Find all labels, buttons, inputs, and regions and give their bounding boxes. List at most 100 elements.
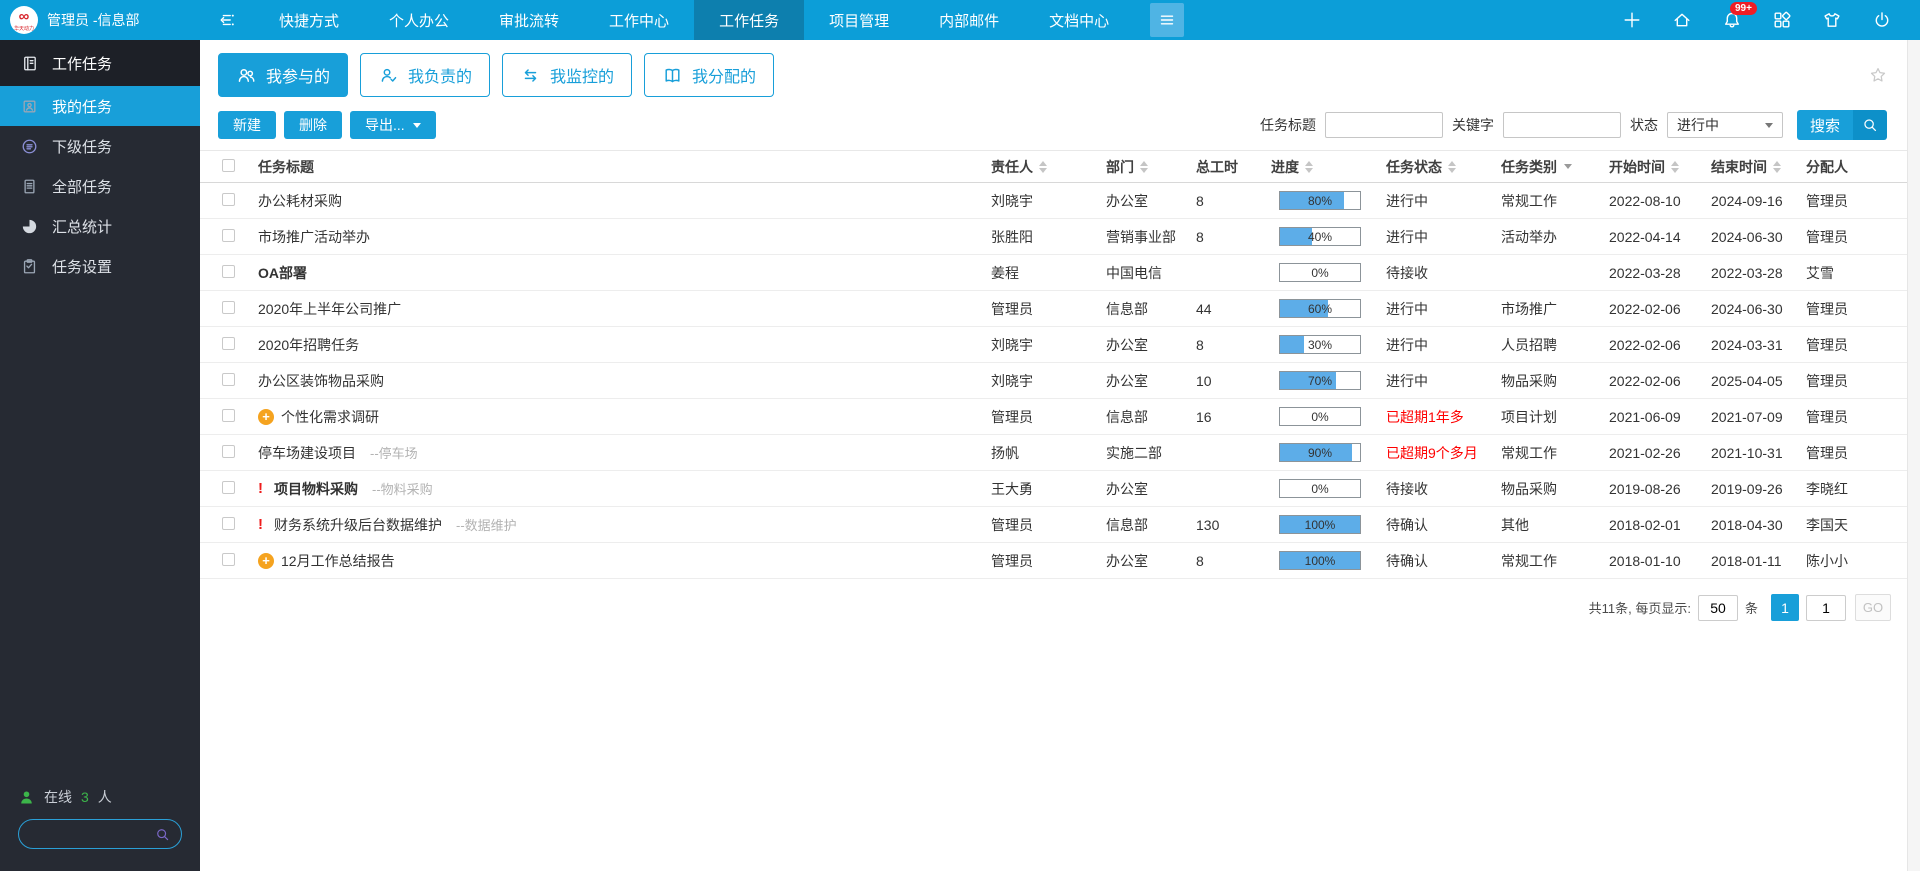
- table-row[interactable]: OA部署 姜程 中国电信 0% 待接收 2022-03-28 2022-03-28 艾雪: [200, 255, 1907, 291]
- row-checkbox[interactable]: [222, 264, 235, 278]
- task-title-cell[interactable]: OA部署: [258, 263, 991, 283]
- row-checkbox[interactable]: [222, 192, 235, 206]
- sidebar-item[interactable]: 我的任务: [0, 86, 200, 126]
- sidebar-search-input[interactable]: [31, 825, 154, 843]
- column-header[interactable]: 任务标题: [258, 157, 991, 177]
- column-header[interactable]: 任务状态: [1386, 157, 1501, 177]
- task-title[interactable]: OA部署: [258, 263, 307, 283]
- new-button-label: 新建: [233, 117, 261, 133]
- task-title-cell[interactable]: +12月工作总结报告: [258, 551, 991, 571]
- row-checkbox[interactable]: [222, 408, 235, 422]
- filter-tab[interactable]: 我负责的: [360, 53, 491, 97]
- task-title[interactable]: 项目物料采购: [274, 479, 358, 499]
- table-row[interactable]: ! 财务系统升级后台数据维护 --数据维护 管理员 信息部 130 100% 待确认 其他 201…: [200, 507, 1907, 543]
- task-title-input[interactable]: [1324, 112, 1443, 138]
- task-title-cell[interactable]: 停车场建设项目 --停车场: [258, 443, 991, 463]
- export-button[interactable]: 导出...: [350, 111, 436, 139]
- current-page-button[interactable]: 1: [1771, 594, 1799, 621]
- task-title-cell[interactable]: ! 项目物料采购 --物料采购: [258, 479, 991, 499]
- row-checkbox[interactable]: [222, 228, 235, 242]
- column-header[interactable]: 结束时间: [1711, 157, 1806, 177]
- column-header[interactable]: 任务类别: [1501, 157, 1609, 177]
- task-title[interactable]: 办公区装饰物品采购: [258, 371, 384, 391]
- more-modules-button[interactable]: [1150, 3, 1185, 37]
- task-title-cell[interactable]: 市场推广活动举办: [258, 227, 991, 247]
- status-select[interactable]: 进行中: [1666, 112, 1783, 138]
- new-button[interactable]: 新建: [218, 111, 276, 139]
- filter-tab[interactable]: 我参与的: [218, 53, 349, 97]
- table-row[interactable]: + 个性化需求调研 管理员 信息部 16 0% 已超期1年多 项目计划 2021-06-09 20…: [200, 399, 1907, 435]
- sidebar-item[interactable]: 任务设置: [0, 246, 200, 286]
- notifications-bell[interactable]: 99+: [1722, 2, 1757, 30]
- theme-skin-icon[interactable]: [1822, 10, 1842, 30]
- topbar-menu-item[interactable]: 工作任务: [694, 0, 805, 40]
- column-header[interactable]: 责任人: [991, 157, 1106, 177]
- task-title[interactable]: 2020年上半年公司推广: [258, 299, 401, 319]
- row-checkbox[interactable]: [222, 336, 235, 350]
- row-checkbox[interactable]: [222, 372, 235, 386]
- table-row[interactable]: 办公区装饰物品采购 刘晓宇 办公室 10 70% 进行中 物品采购 2022-02-06 202…: [200, 363, 1907, 399]
- task-title-cell[interactable]: 2020年招聘任务: [258, 335, 991, 355]
- task-title[interactable]: 停车场建设项目: [258, 443, 356, 463]
- task-title[interactable]: 12月工作总结报告: [281, 551, 395, 571]
- column-header[interactable]: 总工时: [1196, 157, 1271, 177]
- topbar-menu-item[interactable]: 工作中心: [584, 0, 694, 40]
- select-all-checkbox[interactable]: [222, 158, 235, 172]
- column-header[interactable]: 进度: [1271, 157, 1386, 177]
- task-title[interactable]: 财务系统升级后台数据维护: [274, 515, 442, 535]
- sidebar-search-icon[interactable]: [154, 826, 171, 843]
- topbar: 华天动力 管理员 -信息部 快捷方式个人办公审批流转工作中心工作任务项目管理内部…: [0, 0, 1920, 40]
- apps-grid-icon[interactable]: [1772, 10, 1792, 30]
- table-row[interactable]: 2020年招聘任务 刘晓宇 办公室 8 30% 进行中 人员招聘 2022-02-06 2024…: [200, 327, 1907, 363]
- row-checkbox[interactable]: [222, 300, 235, 314]
- home-icon[interactable]: [1672, 10, 1692, 30]
- logout-power-icon[interactable]: [1872, 10, 1892, 30]
- search-button[interactable]: 搜索: [1796, 110, 1887, 140]
- column-header[interactable]: 部门: [1106, 157, 1196, 177]
- collapse-sidebar-button[interactable]: [200, 0, 254, 40]
- filter-tab[interactable]: 我分配的: [644, 53, 775, 97]
- row-checkbox[interactable]: [222, 516, 235, 530]
- task-title-cell[interactable]: 办公区装饰物品采购: [258, 371, 991, 391]
- sidebar-item[interactable]: 全部任务: [0, 166, 200, 206]
- delete-button[interactable]: 删除: [284, 111, 342, 139]
- row-checkbox[interactable]: [222, 552, 235, 566]
- task-title-cell[interactable]: 2020年上半年公司推广: [258, 299, 991, 319]
- add-icon[interactable]: [1622, 10, 1642, 30]
- task-title[interactable]: 个性化需求调研: [281, 407, 379, 427]
- topbar-menu-item[interactable]: 审批流转: [474, 0, 584, 40]
- task-status: 进行中: [1386, 336, 1428, 353]
- row-checkbox[interactable]: [222, 444, 235, 458]
- vertical-scrollbar[interactable]: [1907, 40, 1920, 871]
- row-checkbox[interactable]: [222, 480, 235, 494]
- table-row[interactable]: +12月工作总结报告 管理员 办公室 8 100% 待确认 常规工作 2018-01-10 20…: [200, 543, 1907, 579]
- progress-bar: 80%: [1279, 191, 1361, 210]
- topbar-menu-item[interactable]: 内部邮件: [914, 0, 1024, 40]
- task-title-cell[interactable]: 办公耗材采购: [258, 191, 991, 211]
- table-row[interactable]: 办公耗材采购 刘晓宇 办公室 8 80% 进行中 常规工作 2022-08-10 2024-09…: [200, 183, 1907, 219]
- goto-page-input[interactable]: [1806, 594, 1846, 621]
- table-row[interactable]: 2020年上半年公司推广 管理员 信息部 44 60% 进行中 市场推广 2022-02-06…: [200, 291, 1907, 327]
- keyword-input[interactable]: [1502, 112, 1621, 138]
- task-title[interactable]: 办公耗材采购: [258, 191, 342, 211]
- column-header[interactable]: 分配人: [1806, 157, 1907, 177]
- task-title-cell[interactable]: + 个性化需求调研: [258, 407, 991, 427]
- column-header[interactable]: 开始时间: [1609, 157, 1711, 177]
- topbar-menu-item[interactable]: 快捷方式: [254, 0, 364, 40]
- task-title[interactable]: 2020年招聘任务: [258, 335, 359, 355]
- sidebar-item[interactable]: 汇总统计: [0, 206, 200, 246]
- sidebar-item[interactable]: 下级任务: [0, 126, 200, 166]
- table-row[interactable]: 市场推广活动举办 张胜阳 营销事业部 8 40% 进行中 活动举办 2022-04-14 202…: [200, 219, 1907, 255]
- task-title-cell[interactable]: ! 财务系统升级后台数据维护 --数据维护: [258, 515, 991, 535]
- topbar-menu-item[interactable]: 个人办公: [364, 0, 474, 40]
- table-row[interactable]: 停车场建设项目 --停车场 扬帆 实施二部 90% 已超期9个多月 常规工作 2021-02-…: [200, 435, 1907, 471]
- topbar-menu-item[interactable]: 文档中心: [1024, 0, 1134, 40]
- favorite-star-icon[interactable]: [1869, 66, 1887, 84]
- page-size-input[interactable]: [1697, 594, 1738, 621]
- filter-caret-icon: [1564, 164, 1572, 169]
- go-button[interactable]: GO: [1855, 594, 1891, 621]
- topbar-menu-item[interactable]: 项目管理: [804, 0, 914, 40]
- task-title[interactable]: 市场推广活动举办: [258, 227, 370, 247]
- filter-tab[interactable]: 我监控的: [502, 53, 633, 97]
- table-row[interactable]: ! 项目物料采购 --物料采购 王大勇 办公室 0% 待接收 物品采购 2019-08-26 20…: [200, 471, 1907, 507]
